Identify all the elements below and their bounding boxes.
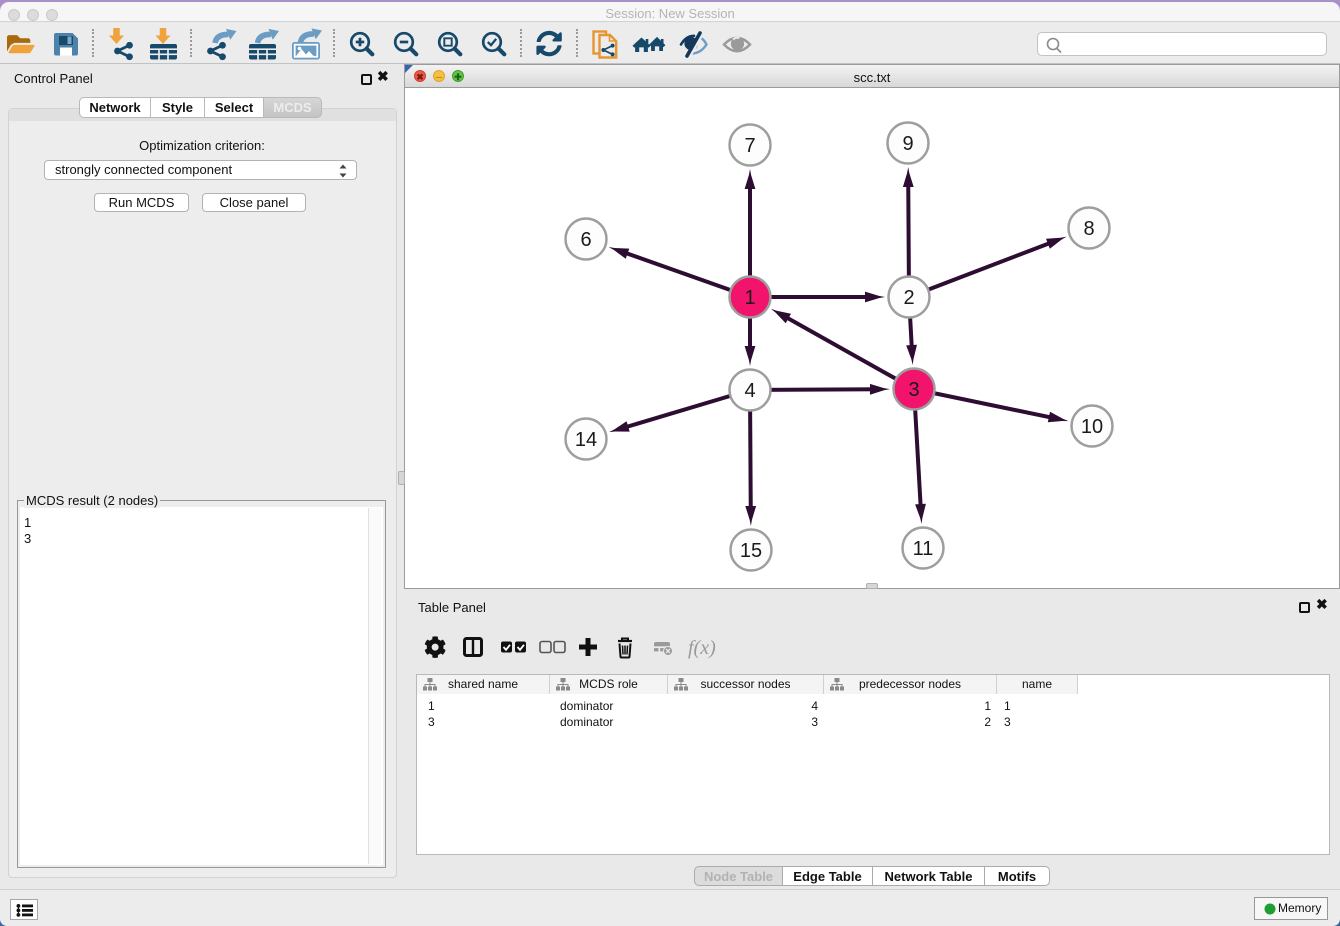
svg-text:14: 14 bbox=[575, 429, 597, 451]
svg-text:11: 11 bbox=[913, 538, 934, 560]
svg-text:9: 9 bbox=[902, 133, 913, 155]
svg-text:6: 6 bbox=[580, 229, 591, 251]
svg-text:3: 3 bbox=[908, 379, 919, 401]
svg-text:4: 4 bbox=[744, 380, 755, 402]
svg-text:2: 2 bbox=[903, 287, 914, 309]
svg-text:10: 10 bbox=[1081, 416, 1103, 438]
svg-text:15: 15 bbox=[740, 540, 762, 562]
svg-text:f(x): f(x) bbox=[688, 637, 716, 659]
svg-text:8: 8 bbox=[1083, 218, 1094, 240]
svg-text:1: 1 bbox=[744, 287, 755, 309]
svg-text:7: 7 bbox=[744, 135, 755, 157]
